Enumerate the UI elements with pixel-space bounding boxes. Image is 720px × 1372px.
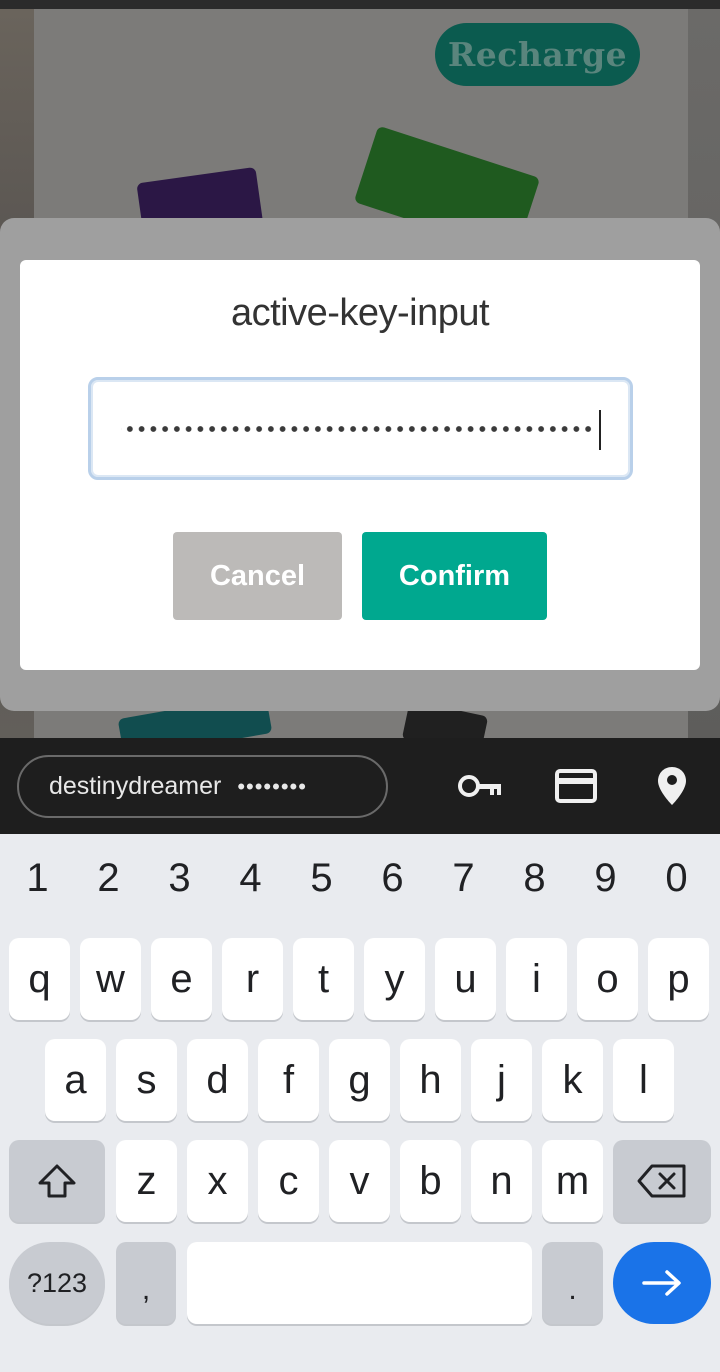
screen: Recharge active-key-input Cancel Confirm…	[0, 0, 720, 1372]
key-v[interactable]: v	[329, 1140, 390, 1222]
key-b[interactable]: b	[400, 1140, 461, 1222]
active-key-field[interactable]	[88, 377, 633, 480]
text-cursor	[599, 410, 601, 450]
number-key-5[interactable]: 5	[286, 856, 357, 901]
number-key-9[interactable]: 9	[570, 856, 641, 901]
password-suggestion-chip[interactable]: destinydreamer ••••••••	[17, 755, 388, 818]
cancel-button[interactable]: Cancel	[173, 532, 342, 620]
key-a[interactable]: a	[45, 1039, 106, 1121]
masked-key-value	[121, 416, 594, 442]
credit-card-icon[interactable]	[552, 764, 600, 808]
number-row: 1234567890	[0, 834, 720, 928]
number-key-6[interactable]: 6	[357, 856, 428, 901]
enter-key[interactable]	[613, 1242, 711, 1324]
number-key-2[interactable]: 2	[73, 856, 144, 901]
arrow-right-icon	[642, 1270, 681, 1296]
key-p[interactable]: p	[648, 938, 709, 1020]
key-k[interactable]: k	[542, 1039, 603, 1121]
key-y[interactable]: y	[364, 938, 425, 1020]
key-t[interactable]: t	[293, 938, 354, 1020]
key-f[interactable]: f	[258, 1039, 319, 1121]
backspace-key[interactable]	[613, 1140, 711, 1222]
key-z[interactable]: z	[116, 1140, 177, 1222]
key-w[interactable]: w	[80, 938, 141, 1020]
key-o[interactable]: o	[577, 938, 638, 1020]
soft-keyboard: 1234567890 qwertyuiop asdfghjkl zxcvbnm …	[0, 834, 720, 1372]
space-bar[interactable]	[187, 1242, 532, 1324]
shift-key[interactable]	[9, 1140, 105, 1222]
confirm-button[interactable]: Confirm	[362, 532, 547, 620]
key-s[interactable]: s	[116, 1039, 177, 1121]
key-n[interactable]: n	[471, 1140, 532, 1222]
key-q[interactable]: q	[9, 938, 70, 1020]
number-key-0[interactable]: 0	[641, 856, 712, 901]
key-r[interactable]: r	[222, 938, 283, 1020]
key-icon[interactable]	[456, 764, 504, 808]
number-key-3[interactable]: 3	[144, 856, 215, 901]
location-pin-icon[interactable]	[648, 764, 696, 808]
recharge-button[interactable]: Recharge	[435, 23, 640, 86]
suggestion-password-mask: ••••••••	[237, 773, 307, 799]
number-key-1[interactable]: 1	[2, 856, 73, 901]
status-bar	[0, 0, 720, 9]
symbols-key[interactable]: ?123	[9, 1242, 105, 1324]
number-key-4[interactable]: 4	[215, 856, 286, 901]
key-l[interactable]: l	[613, 1039, 674, 1121]
key-e[interactable]: e	[151, 938, 212, 1020]
number-key-8[interactable]: 8	[499, 856, 570, 901]
autofill-bar: destinydreamer ••••••••	[0, 738, 720, 834]
dialog-title: active-key-input	[230, 292, 490, 334]
key-g[interactable]: g	[329, 1039, 390, 1121]
key-c[interactable]: c	[258, 1140, 319, 1222]
key-j[interactable]: j	[471, 1039, 532, 1121]
key-u[interactable]: u	[435, 938, 496, 1020]
number-key-7[interactable]: 7	[428, 856, 499, 901]
comma-key[interactable]: ,	[116, 1242, 176, 1324]
key-i[interactable]: i	[506, 938, 567, 1020]
suggestion-username: destinydreamer	[49, 772, 222, 800]
key-x[interactable]: x	[187, 1140, 248, 1222]
key-d[interactable]: d	[187, 1039, 248, 1121]
key-m[interactable]: m	[542, 1140, 603, 1222]
key-h[interactable]: h	[400, 1039, 461, 1121]
period-key[interactable]: .	[542, 1242, 603, 1324]
